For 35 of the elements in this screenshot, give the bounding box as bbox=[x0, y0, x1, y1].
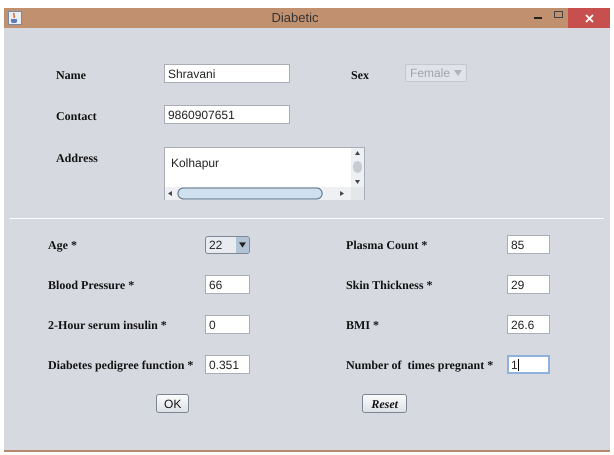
text-field[interactable]: 29 bbox=[507, 275, 550, 294]
close-button[interactable] bbox=[568, 8, 610, 28]
textarea-text: Kolhapur bbox=[170, 155, 220, 172]
window-title: Diabetic bbox=[272, 9, 318, 28]
vertical-scrollbar[interactable] bbox=[351, 148, 364, 187]
horizontal-scrollbar[interactable] bbox=[165, 187, 351, 200]
address-textarea[interactable]: Kolhapur bbox=[164, 147, 365, 200]
java-cup-icon bbox=[8, 11, 22, 25]
age-dropdown[interactable]: 22 bbox=[205, 236, 250, 254]
field-label: Name bbox=[56, 67, 87, 84]
close-icon bbox=[584, 14, 594, 22]
field-label: Plasma Count * bbox=[346, 236, 428, 254]
field-label: Age * bbox=[48, 236, 78, 254]
text-field[interactable]: 0 bbox=[205, 315, 250, 334]
field-label: 2-Hour serum insulin * bbox=[48, 316, 168, 334]
field-label: Sex bbox=[351, 67, 370, 84]
text-field[interactable]: 1 bbox=[507, 355, 550, 374]
field-label: Number of times pregnant * bbox=[346, 356, 494, 374]
text-field[interactable]: Shravani bbox=[164, 64, 290, 83]
form-button[interactable]: OK bbox=[156, 394, 190, 413]
field-label: Contact bbox=[56, 108, 98, 125]
dropdown-arrow-icon bbox=[239, 242, 246, 248]
field-label: Blood Pressure * bbox=[48, 276, 136, 294]
text-field[interactable]: 9860907651 bbox=[164, 105, 290, 124]
text-field[interactable]: 85 bbox=[507, 235, 550, 254]
form-button[interactable]: Reset bbox=[362, 394, 408, 413]
scrollbar-corner bbox=[351, 187, 364, 200]
text-field[interactable]: 26.6 bbox=[507, 315, 550, 334]
dropdown-arrow-icon bbox=[454, 70, 462, 76]
field-label: Address bbox=[56, 150, 99, 167]
field-label: Skin Thickness * bbox=[346, 276, 434, 294]
field-label: Diabetes pedigree function * bbox=[48, 356, 194, 374]
text-field[interactable]: 66 bbox=[205, 275, 250, 294]
text-field[interactable]: 0.351 bbox=[205, 355, 250, 374]
field-label: BMI * bbox=[346, 316, 380, 334]
